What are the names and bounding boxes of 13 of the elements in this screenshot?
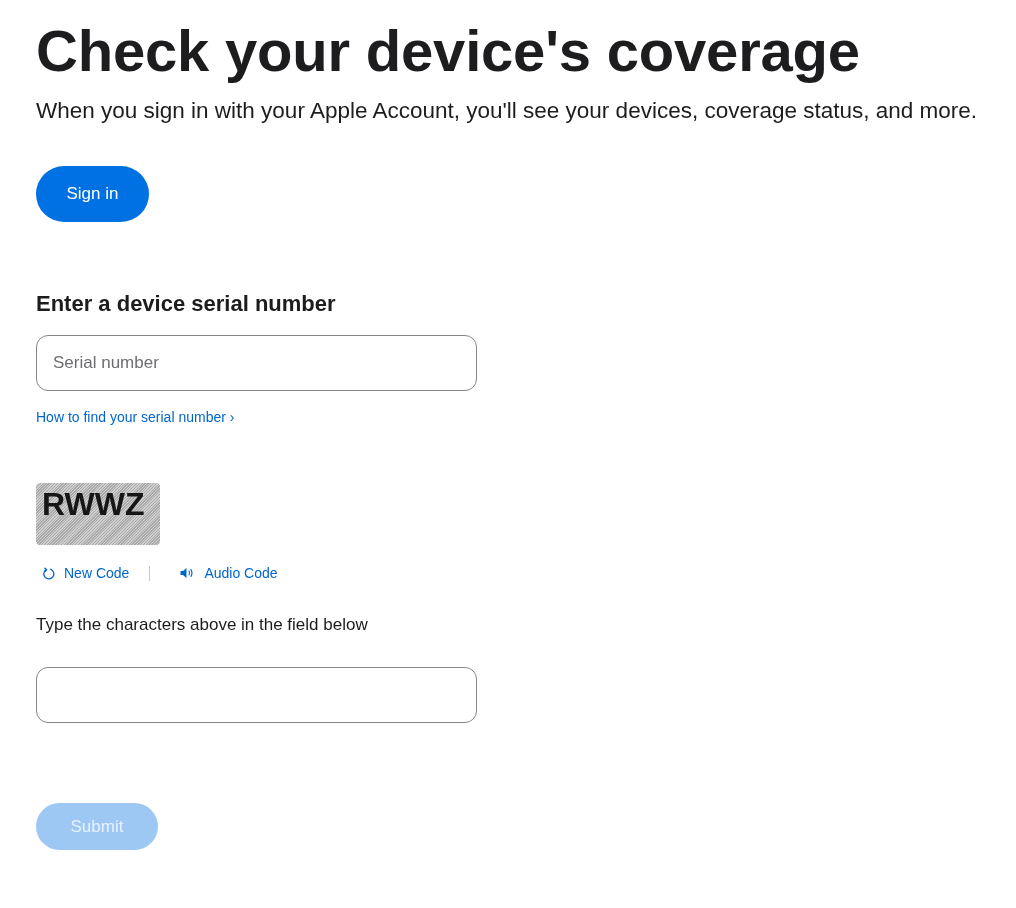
audio-code-link[interactable]: Audio Code	[180, 564, 278, 582]
refresh-icon	[43, 566, 55, 580]
serial-number-field[interactable]: Serial number	[36, 335, 477, 391]
new-code-link[interactable]: New Code	[43, 564, 130, 582]
page-title: Check your device's coverage	[36, 17, 860, 85]
section-heading: Enter a device serial number	[36, 290, 336, 318]
captcha-text: RWWZ	[42, 486, 145, 522]
sign-in-button[interactable]: Sign in	[36, 166, 149, 222]
captcha-instruction: Type the characters above in the field below	[36, 614, 368, 636]
captcha-field[interactable]	[36, 667, 477, 723]
serial-help-link[interactable]: How to find your serial number ›	[36, 409, 235, 426]
speaker-icon	[180, 567, 196, 579]
intro-text: When you sign in with your Apple Account, you'll see your devices, coverage status, and more.	[36, 97, 978, 125]
